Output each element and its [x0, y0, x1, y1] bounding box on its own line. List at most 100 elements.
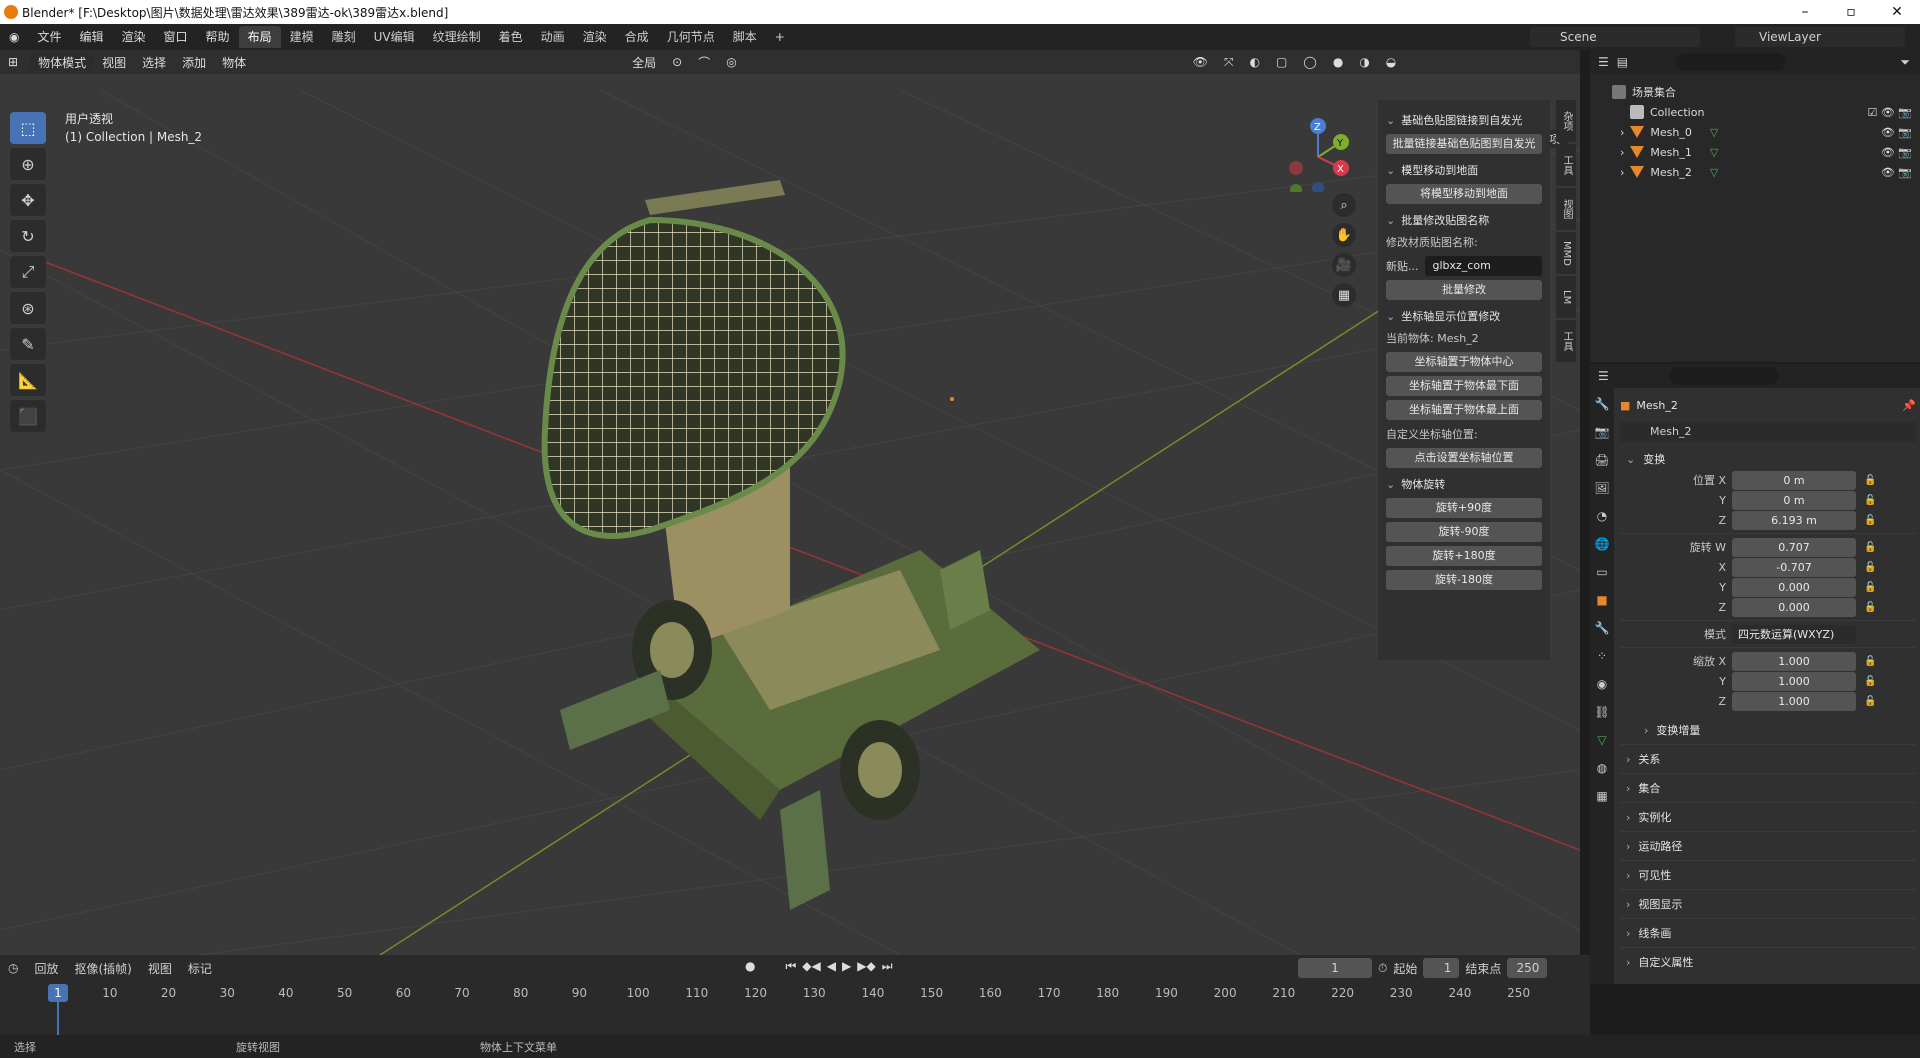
record-icon[interactable]: ● [745, 959, 755, 974]
tab-mmd[interactable]: MMD [1556, 232, 1576, 274]
rotate-minus-90-button[interactable]: 旋转-90度 [1386, 522, 1542, 542]
minimize-button[interactable]: – [1782, 0, 1828, 24]
transform-orientation-selector[interactable]: 全局 [624, 54, 664, 71]
shading-wireframe-icon[interactable]: ◯ [1295, 55, 1324, 69]
transform-section[interactable]: 变换 [1620, 448, 1916, 470]
collection-tab-icon[interactable]: ▭ [1590, 560, 1614, 584]
scene-tab-icon[interactable]: ◔ [1590, 504, 1614, 528]
properties-editor-icon[interactable]: ☰ [1598, 369, 1609, 383]
play-reverse-icon[interactable]: ◀ [827, 959, 836, 974]
maximize-button[interactable]: ▫ [1828, 0, 1874, 24]
rotation-y-field[interactable]: 0.000 [1732, 577, 1856, 597]
camera-view-icon[interactable]: 🎥 [1332, 253, 1356, 277]
rotate-plus-180-button[interactable]: 旋转+180度 [1386, 546, 1542, 566]
tab-compositing[interactable]: 合成 [616, 26, 658, 48]
blender-menu-icon[interactable]: ◉ [0, 24, 28, 50]
object-name-field[interactable]: Mesh_2 [1620, 422, 1916, 442]
rotation-mode-select[interactable]: 四元数运算(WXYZ) [1732, 624, 1856, 644]
annotate-tool-icon[interactable]: ✎ [10, 328, 46, 360]
lock-icon[interactable]: 🔓 [1864, 515, 1876, 526]
rotate-tool-icon[interactable]: ↻ [10, 220, 46, 252]
expand-arrow-icon[interactable]: › [1620, 166, 1624, 179]
constraints-tab-icon[interactable]: ⛓ [1590, 700, 1614, 724]
outliner-item-mesh-1[interactable]: › Mesh_1 ▽ 👁 📷 [1590, 142, 1920, 162]
tab-tool[interactable]: 工具 [1556, 144, 1576, 186]
zoom-icon[interactable]: ⌕ [1332, 193, 1356, 217]
cursor-tool-icon[interactable]: ⊕ [10, 148, 46, 180]
output-tab-icon[interactable]: 🖨 [1590, 448, 1614, 472]
batch-link-emission-button[interactable]: 批量链接基础色贴图到自发光 [1386, 134, 1542, 154]
scale-x-field[interactable]: 1.000 [1732, 651, 1856, 671]
close-button[interactable]: ✕ [1874, 0, 1920, 24]
lock-icon[interactable]: 🔓 [1864, 542, 1876, 553]
shading-material-icon[interactable]: ◑ [1351, 55, 1377, 69]
editor-type-icon[interactable]: ⊞ [0, 55, 26, 69]
outliner-scene-collection[interactable]: 场景集合 [1590, 82, 1920, 102]
ortho-grid-icon[interactable]: ▦ [1332, 283, 1356, 307]
visibility-eye-icon[interactable]: 👁 📷 [1881, 146, 1912, 159]
view-layer-tab-icon[interactable]: 🖼 [1590, 476, 1614, 500]
world-tab-icon[interactable]: 🌐 [1590, 532, 1614, 556]
lock-icon[interactable]: 🔓 [1864, 495, 1876, 506]
origin-center-button[interactable]: 坐标轴置于物体中心 [1386, 352, 1542, 372]
visibility-section[interactable]: 可见性 [1620, 864, 1916, 886]
pin-icon[interactable]: 📌 [1902, 399, 1916, 412]
object-tab-icon[interactable]: ■ [1590, 588, 1614, 612]
tab-sculpting[interactable]: 雕刻 [323, 26, 365, 48]
scale-y-field[interactable]: 1.000 [1732, 671, 1856, 691]
pan-hand-icon[interactable]: ✋ [1332, 223, 1356, 247]
tab-modeling[interactable]: 建模 [281, 26, 323, 48]
tab-animation[interactable]: 动画 [532, 26, 574, 48]
motion-paths-section[interactable]: 运动路径 [1620, 835, 1916, 857]
tab-view[interactable]: 视图 [1556, 188, 1576, 230]
xray-toggle-icon[interactable]: ▢ [1268, 55, 1295, 69]
tab-texture-paint[interactable]: 纹理绘制 [424, 26, 490, 48]
batch-rename-button[interactable]: 批量修改 [1386, 280, 1542, 300]
current-frame-field[interactable]: 1 [1298, 958, 1372, 978]
menu-file[interactable]: 文件 [28, 24, 70, 50]
scale-z-field[interactable]: 1.000 [1732, 691, 1856, 711]
menu-playback[interactable]: 回放 [26, 960, 66, 977]
menu-add[interactable]: 添加 [174, 54, 214, 71]
custom-properties-section[interactable]: 自定义属性 [1620, 951, 1916, 973]
collections-section[interactable]: 集合 [1620, 777, 1916, 799]
material-tab-icon[interactable]: ◍ [1590, 756, 1614, 780]
tab-scripting[interactable]: 脚本 [724, 26, 766, 48]
tab-uv-editing[interactable]: UV编辑 [365, 26, 424, 48]
overlay-toggle-icon[interactable]: ◐ [1242, 55, 1268, 69]
tab-lm[interactable]: LM [1556, 276, 1576, 318]
visibility-eye-icon[interactable]: 👁 📷 [1881, 166, 1912, 179]
menu-select[interactable]: 选择 [134, 54, 174, 71]
prev-keyframe-icon[interactable]: ◆◀ [802, 959, 820, 974]
scale-tool-icon[interactable]: ⤢ [10, 256, 46, 288]
next-keyframe-icon[interactable]: ▶◆ [857, 959, 875, 974]
tool-tab-icon[interactable]: 🔧 [1590, 392, 1614, 416]
rotate-plus-90-button[interactable]: 旋转+90度 [1386, 498, 1542, 518]
lock-icon[interactable]: 🔓 [1864, 602, 1876, 613]
location-z-field[interactable]: 6.193 m [1732, 510, 1856, 530]
tab-rendering[interactable]: 渲染 [574, 26, 616, 48]
section-origin-title[interactable]: 坐标轴显示位置修改 [1386, 308, 1542, 324]
frame-ruler[interactable]: 1102030405060708090100110120130140150160… [0, 983, 1580, 1005]
menu-window[interactable]: 窗口 [155, 24, 197, 50]
playhead-frame[interactable]: 1 [48, 984, 68, 1002]
measure-tool-icon[interactable]: 📐 [10, 364, 46, 396]
filter-icon[interactable]: ⏷ [1900, 55, 1910, 70]
select-box-tool-icon[interactable]: ⬚ [10, 112, 46, 144]
outliner-item-mesh-0[interactable]: › Mesh_0 ▽ 👁 📷 [1590, 122, 1920, 142]
menu-help[interactable]: 帮助 [197, 24, 239, 50]
mode-selector[interactable]: 物体模式 [30, 53, 95, 71]
section-emission-link-title[interactable]: 基础色贴图链接到自发光 [1386, 112, 1542, 128]
lock-icon[interactable]: 🔓 [1864, 656, 1876, 667]
move-to-ground-button[interactable]: 将模型移动到地面 [1386, 184, 1542, 204]
visibility-eye-icon[interactable]: ☑ 👁 📷 [1867, 106, 1912, 119]
shading-solid-icon[interactable]: ● [1325, 55, 1351, 69]
visibility-eye-icon[interactable]: 👁 📷 [1881, 126, 1912, 139]
delta-transform-section[interactable]: 变换增量 [1620, 719, 1916, 741]
lock-icon[interactable]: 🔓 [1864, 696, 1876, 707]
transform-tool-icon[interactable]: ⊛ [10, 292, 46, 324]
section-move-to-ground-title[interactable]: 模型移动到地面 [1386, 162, 1542, 178]
tab-shading[interactable]: 着色 [490, 26, 532, 48]
timeline-editor-icon[interactable]: ◷ [0, 961, 26, 975]
mesh-data-tab-icon[interactable]: ▽ [1590, 728, 1614, 752]
